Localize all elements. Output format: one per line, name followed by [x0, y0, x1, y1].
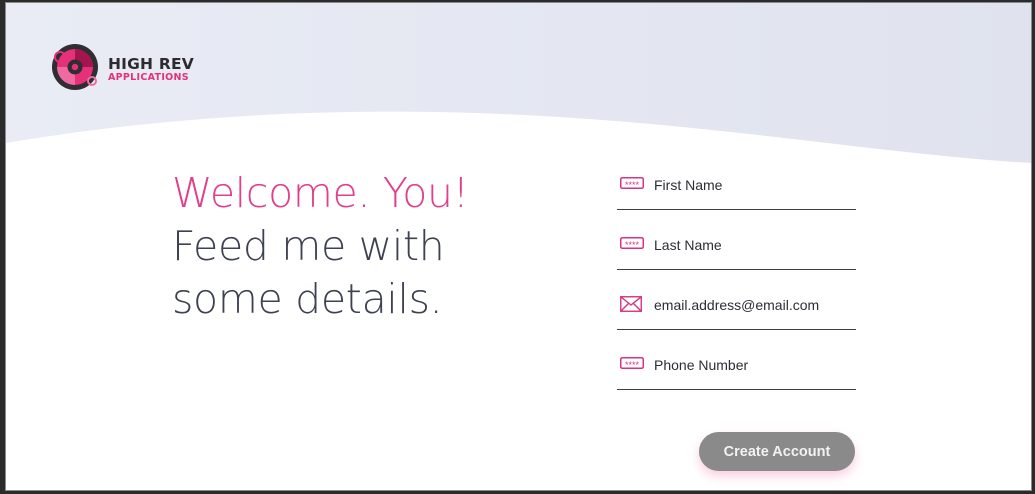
- phone-number-field: ****: [617, 343, 856, 390]
- svg-text:****: ****: [625, 240, 640, 249]
- password-dots-icon: ****: [620, 177, 644, 189]
- last-name-input[interactable]: [654, 233, 850, 257]
- email-field: [617, 283, 856, 330]
- brand-logo[interactable]: HIGH REV APPLICATIONS: [48, 39, 218, 95]
- signup-page: HIGH REV APPLICATIONS Welcome. You! Feed…: [5, 2, 1032, 491]
- brand-name: HIGH REV: [108, 55, 194, 73]
- headline-line-1: Welcome. You!: [172, 169, 469, 217]
- headline-line-3: some details.: [172, 275, 443, 323]
- envelope-icon: [620, 296, 642, 312]
- password-dots-icon: ****: [620, 357, 644, 369]
- logo-emblem-icon: [52, 44, 98, 90]
- svg-text:****: ****: [625, 360, 640, 369]
- headline-line-2: Feed me with: [172, 222, 445, 270]
- signup-form: **** **** ****: [617, 163, 856, 403]
- last-name-field: ****: [617, 223, 856, 270]
- password-dots-icon: ****: [620, 237, 644, 249]
- create-account-button[interactable]: Create Account: [699, 432, 855, 471]
- brand-tagline: APPLICATIONS: [108, 72, 189, 83]
- email-input[interactable]: [654, 293, 850, 317]
- first-name-field: ****: [617, 163, 856, 210]
- svg-text:****: ****: [625, 180, 640, 189]
- phone-number-input[interactable]: [654, 353, 850, 377]
- first-name-input[interactable]: [654, 173, 850, 197]
- welcome-headline: Welcome. You! Feed me with some details.: [172, 167, 469, 326]
